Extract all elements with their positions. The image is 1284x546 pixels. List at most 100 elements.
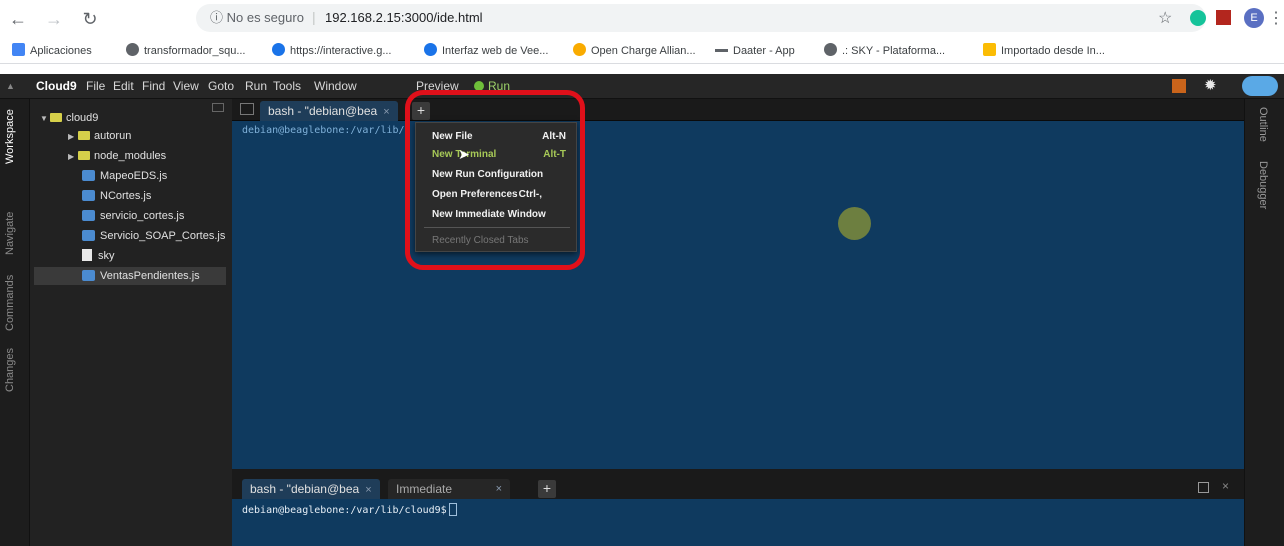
bookmark-item[interactable]: .: SKY - Plataforma...: [824, 38, 945, 64]
right-sidebar-rail: Outline Debugger: [1244, 99, 1284, 546]
tab-commands[interactable]: Commands: [4, 273, 26, 333]
tree-item-file[interactable]: servicio_cortes.js: [82, 207, 184, 225]
bookmark-item[interactable]: Open Charge Allian...: [573, 38, 696, 64]
tree-item-folder[interactable]: ▶ node_modules: [68, 147, 166, 166]
reload-icon[interactable]: ↻: [78, 0, 102, 38]
tree-item-label: VentasPendientes.js: [100, 270, 200, 282]
console-terminal-pane[interactable]: debian@beaglebone:/var/lib/cloud9$: [232, 499, 1244, 546]
extension-icon[interactable]: [1190, 10, 1206, 26]
menu-lines-icon: [715, 49, 728, 52]
tree-item-file[interactable]: MapeoEDS.js: [82, 167, 167, 185]
maximize-icon[interactable]: [1198, 482, 1209, 493]
browser-toolbar: ← → ↻ ⓘ No es seguro | 192.168.2.15:3000…: [0, 0, 1284, 38]
menu-run[interactable]: Run: [245, 74, 267, 98]
tab-bash-terminal[interactable]: bash - "debian@bea ×: [260, 101, 398, 121]
tree-item-label: cloud9: [66, 112, 99, 124]
site-icon: [272, 43, 285, 56]
tree-item-label: Servicio_SOAP_Cortes.js: [100, 230, 226, 242]
bookmark-item[interactable]: https://interactive.g...: [272, 38, 392, 64]
prompt-text: debian@beaglebone:/var/lib/cloud9$: [242, 505, 447, 516]
forward-arrow-icon[interactable]: →: [42, 0, 66, 38]
globe-icon: [126, 43, 139, 56]
terminal-prompt: debian@beaglebone:/var/lib/cloud9$: [242, 503, 457, 516]
gear-icon[interactable]: ✹: [1204, 74, 1217, 98]
apps-grid-icon: [12, 43, 25, 56]
close-icon[interactable]: ×: [496, 479, 502, 499]
cloud9-logo-icon[interactable]: [1242, 76, 1278, 96]
bookmark-label: Importado desde In...: [1001, 45, 1105, 57]
add-console-tab-button[interactable]: +: [538, 480, 556, 498]
star-icon[interactable]: ☆: [1158, 8, 1172, 28]
terminal-pane[interactable]: debian@beaglebone:/var/lib/c: [232, 121, 1244, 469]
bug-icon[interactable]: [1172, 79, 1186, 93]
menu-find[interactable]: Find: [142, 74, 165, 98]
cursor-highlight-dot: [838, 207, 871, 240]
tree-item-folder[interactable]: ▼ cloud9: [40, 109, 98, 128]
panel-divider[interactable]: [232, 469, 1244, 477]
close-icon[interactable]: ×: [383, 106, 389, 118]
tree-item-file[interactable]: sky: [82, 247, 115, 265]
menu-window[interactable]: Window: [314, 74, 357, 98]
menu-edit[interactable]: Edit: [113, 74, 134, 98]
profile-avatar[interactable]: E: [1244, 8, 1264, 28]
bookmark-item[interactable]: Interfaz web de Vee...: [424, 38, 548, 64]
bookmarks-bar: Aplicaciones transformador_squ... https:…: [0, 38, 1284, 64]
tree-item-label: autorun: [94, 130, 132, 142]
bookmark-label: Interfaz web de Vee...: [442, 45, 549, 57]
tab-workspace[interactable]: Workspace: [4, 107, 26, 167]
menu-tools[interactable]: Tools: [273, 74, 301, 98]
security-indicator[interactable]: ⓘ No es seguro: [210, 0, 304, 36]
ide-menu-bar: ▲ Cloud9 File Edit Find View Goto Run To…: [0, 74, 1284, 99]
tree-item-file[interactable]: NCortes.js: [82, 187, 151, 205]
collapse-icon[interactable]: ▲: [6, 74, 15, 98]
tab-changes[interactable]: Changes: [4, 345, 26, 395]
close-icon[interactable]: ×: [365, 484, 371, 496]
tab-list-icon[interactable]: [240, 103, 254, 115]
bookmark-label: Daater - App: [733, 45, 795, 57]
pdf-extension-icon[interactable]: [1216, 10, 1231, 25]
js-file-icon: [82, 190, 95, 201]
terminal-cursor: [448, 503, 457, 516]
url-text[interactable]: 192.168.2.15:3000/ide.html: [325, 0, 483, 36]
browser-menu-icon[interactable]: ⋮: [1268, 8, 1284, 28]
tree-item-label: servicio_cortes.js: [100, 210, 185, 222]
tree-item-file-selected[interactable]: VentasPendientes.js: [34, 267, 226, 285]
tab-outline[interactable]: Outline: [1257, 107, 1269, 149]
bookmark-item[interactable]: transformador_squ...: [126, 38, 246, 64]
bookmark-label: transformador_squ...: [144, 45, 246, 57]
back-arrow-icon[interactable]: ←: [6, 0, 30, 38]
tab-navigate[interactable]: Navigate: [4, 207, 26, 259]
folder-icon: [50, 113, 62, 122]
terminal-prompt: debian@beaglebone:/var/lib/c: [242, 125, 411, 136]
tree-item-file[interactable]: Servicio_SOAP_Cortes.js: [82, 227, 225, 245]
tree-item-label: MapeoEDS.js: [100, 170, 168, 182]
tree-item-label: node_modules: [94, 150, 167, 162]
tree-settings-icon[interactable]: [212, 103, 224, 112]
menu-goto[interactable]: Goto: [208, 74, 234, 98]
caret-right-icon: ▶: [68, 132, 75, 141]
bookmark-folder[interactable]: Importado desde In...: [983, 38, 1105, 64]
bookmark-label: .: SKY - Plataforma...: [842, 45, 946, 57]
editor-tab-strip: bash - "debian@bea × +: [232, 99, 1244, 121]
tab-bash-console[interactable]: bash - "debian@bea ×: [242, 479, 380, 499]
address-separator: |: [312, 9, 316, 25]
tab-immediate[interactable]: Immediate ×: [388, 479, 510, 499]
bookmark-label: Aplicaciones: [30, 45, 92, 57]
menu-view[interactable]: View: [173, 74, 199, 98]
js-file-icon: [82, 270, 95, 281]
bookmark-item[interactable]: Daater - App: [715, 38, 795, 64]
bookmark-label: https://interactive.g...: [290, 45, 392, 57]
site-icon: [573, 43, 586, 56]
folder-icon: [78, 131, 90, 140]
caret-right-icon: ▶: [68, 152, 75, 161]
menu-file[interactable]: File: [86, 74, 105, 98]
tree-item-folder[interactable]: ▶ autorun: [68, 127, 131, 146]
js-file-icon: [82, 210, 95, 221]
bookmark-apps[interactable]: Aplicaciones: [12, 38, 92, 64]
file-tree-panel: ▼ cloud9 ▶ autorun ▶ node_modules MapeoEDS.…: [30, 99, 232, 546]
menu-cloud9[interactable]: Cloud9: [36, 74, 77, 98]
tab-label: bash - "debian@bea: [268, 104, 378, 118]
tab-debugger[interactable]: Debugger: [1257, 161, 1269, 223]
tab-label: bash - "debian@bea: [250, 482, 360, 496]
close-panel-icon[interactable]: ×: [1222, 479, 1229, 493]
